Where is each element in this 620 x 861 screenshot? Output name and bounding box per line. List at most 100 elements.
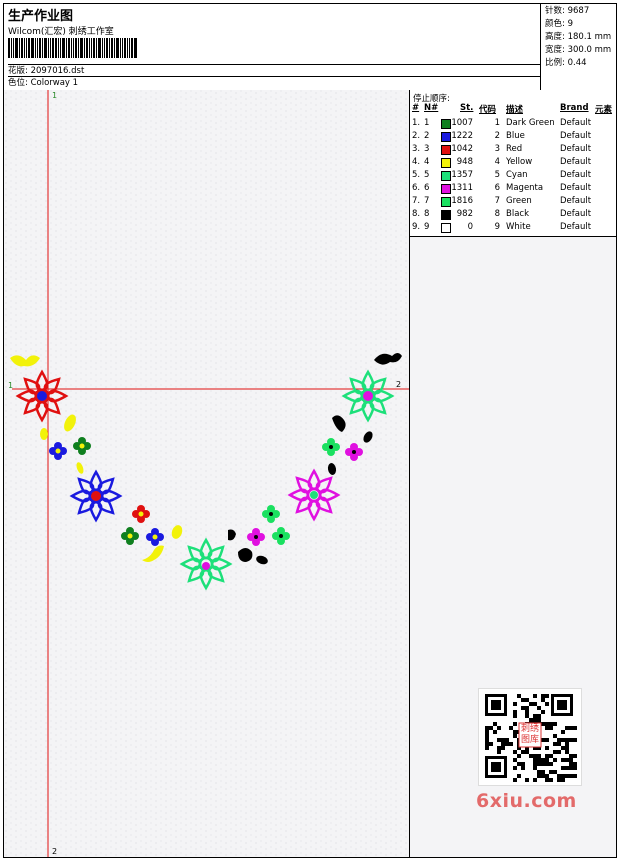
row-brand: Default [560,118,592,128]
stat-stitches: 针数: 9687 [545,6,590,16]
row-num: 9. [412,222,421,232]
row-num: 5. [412,170,421,180]
header-stats: 针数: 9687 颜色: 9 高度: 180.1 mm 宽度: 300.0 mm… [540,4,617,90]
company-name: Wilcom(汇宏) 刺绣工作室 [8,27,114,37]
row-n: 7 [424,196,430,206]
row-num: 8. [412,209,421,219]
stat-height: 高度: 180.1 mm [545,32,612,42]
row-brand: Default [560,183,592,193]
stop-row: 5. 5 1357 5 Cyan Default [410,169,616,182]
stop-row: 4. 4 948 4 Yellow Default [410,156,616,169]
row-code: 1 [494,118,500,128]
row-desc: Cyan [506,170,528,180]
row-brand: Default [560,196,592,206]
row-brand: Default [560,222,592,232]
row-desc: Dark Green [506,118,555,128]
row-stitches: 1042 [451,144,473,154]
stop-row: 8. 8 982 8 Black Default [410,208,616,221]
col-header-n: N# [424,103,439,113]
axis-label-v-top: 1 [52,91,58,100]
row-code: 4 [494,157,500,167]
row-n: 3 [424,144,430,154]
watermark-text: 6xiu.com [476,790,577,812]
row-brand: Default [560,209,592,219]
row-n: 4 [424,157,430,167]
row-num: 3. [412,144,421,154]
row-desc: Blue [506,131,525,141]
row-n: 5 [424,170,430,180]
stop-row: 9. 9 0 9 White Default [410,221,616,234]
col-header-desc: 描述 [506,105,524,115]
row-stitches: 0 [467,222,473,232]
stat-scale: 比例: 0.44 [545,58,587,68]
axis-label-h-left: 1 [8,381,14,390]
row-stitches: 1007 [451,118,473,128]
stop-row: 1. 1 1007 1 Dark Green Default [410,117,616,130]
row-brand: Default [560,131,592,141]
row-stitches: 1311 [451,183,473,193]
header-info: 生产作业图 Wilcom(汇宏) 刺绣工作室 花版: 2097016.dst 色… [4,4,540,90]
row-n: 2 [424,131,430,141]
stop-row: 3. 3 1042 3 Red Default [410,143,616,156]
row-brand: Default [560,157,592,167]
embroidery-artwork [4,90,409,857]
stop-row: 6. 6 1311 6 Magenta Default [410,182,616,195]
flower-center-blue [37,391,47,401]
row-desc: Black [506,209,529,219]
row-desc: White [506,222,531,232]
stop-row: 2. 2 1222 2 Blue Default [410,130,616,143]
qr-seal: 刺绣图库 [520,724,539,745]
col-header-code: 代码 [479,105,497,115]
row-n: 9 [424,222,430,232]
side-panel: 停止顺序: # N# St. 代码 描述 Brand 元素 1. 1 1007 1 Da… [410,90,616,857]
col-header-brand: Brand [560,103,589,113]
stop-sequence-table: 停止顺序: # N# St. 代码 描述 Brand 元素 1. 1 1007 1 Da… [410,90,616,237]
production-sheet: 生产作业图 Wilcom(汇宏) 刺绣工作室 花版: 2097016.dst 色… [3,3,617,858]
row-num: 4. [412,157,421,167]
row-num: 7. [412,196,421,206]
col-header-num: # [412,103,420,113]
page-title: 生产作业图 [8,9,74,24]
row-desc: Red [506,144,523,154]
row-stitches: 1222 [451,131,473,141]
row-n: 1 [424,118,430,128]
col-header-element: 元素 [595,105,613,115]
row-num: 6. [412,183,421,193]
row-stitches: 982 [456,209,473,219]
row-brand: Default [560,144,592,154]
barcode [8,38,146,58]
sheet-header: 生产作业图 Wilcom(汇宏) 刺绣工作室 花版: 2097016.dst 色… [4,4,616,91]
stat-width: 宽度: 300.0 mm [545,45,612,55]
row-num: 2. [412,131,421,141]
flower-center-magenta-right [363,391,373,401]
flower-center-magenta [202,562,210,570]
design-filename: 花版: 2097016.dst [8,64,540,76]
row-stitches: 1357 [451,170,473,180]
row-desc: Magenta [506,183,544,193]
row-n: 6 [424,183,430,193]
row-code: 3 [494,144,500,154]
stop-row: 7. 7 1816 7 Green Default [410,195,616,208]
stat-colors: 颜色: 9 [545,19,574,29]
row-code: 5 [494,170,500,180]
row-stitches: 1816 [451,196,473,206]
design-preview: 1 2 1 2 [4,90,410,857]
row-code: 6 [494,183,500,193]
row-code: 8 [494,209,500,219]
row-desc: Green [506,196,532,206]
row-n: 8 [424,209,430,219]
colorway-label: 色位: Colorway 1 [8,76,540,88]
row-code: 9 [494,222,500,232]
row-stitches: 948 [456,157,473,167]
flower-center-green [310,491,318,499]
row-num: 1. [412,118,421,128]
col-header-stitches: St. [460,103,474,113]
row-desc: Yellow [506,157,533,167]
flower-center-red [91,491,101,501]
row-brand: Default [560,170,592,180]
qr-code: 刺绣图库 [478,688,582,786]
row-code: 7 [494,196,500,206]
axis-label-v-bottom: 2 [52,847,58,856]
row-code: 2 [494,131,500,141]
axis-label-h-right: 2 [396,380,402,389]
